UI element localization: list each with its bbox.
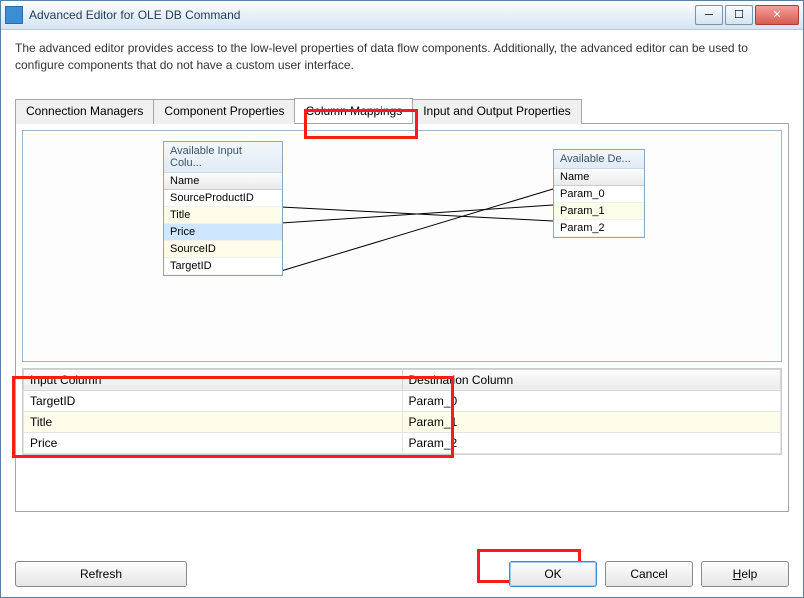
description-text: The advanced editor provides access to t… [15,40,789,74]
table-row: PriceParam_2 [24,432,781,453]
cell-input[interactable]: TargetID [24,390,403,411]
available-destination-columns-box[interactable]: Available De... Name Param_0 Param_1 Par… [553,149,645,238]
button-bar: Refresh OK Cancel HHelpelp [15,561,789,587]
tab-io-properties[interactable]: Input and Output Properties [412,99,581,124]
col-header-input[interactable]: Input Column [24,369,403,390]
ok-button[interactable]: OK [509,561,597,587]
dest-box-header: Name [554,169,644,186]
dest-col-param2[interactable]: Param_2 [554,220,644,237]
cell-dest[interactable]: Param_0 [402,390,781,411]
dest-col-param1[interactable]: Param_1 [554,203,644,220]
table-row: TitleParam_1 [24,411,781,432]
input-col-title[interactable]: Title [164,207,282,224]
dest-col-param0[interactable]: Param_0 [554,186,644,203]
input-col-sourceproductid[interactable]: SourceProductID [164,190,282,207]
close-button[interactable]: ✕ [755,5,799,25]
mapping-grid[interactable]: Input Column Destination Column TargetID… [23,369,781,454]
dest-box-title: Available De... [554,150,644,169]
app-icon [5,6,23,24]
help-button[interactable]: HHelpelp [701,561,789,587]
cell-dest[interactable]: Param_1 [402,411,781,432]
titlebar[interactable]: Advanced Editor for OLE DB Command ─ ☐ ✕ [1,1,803,30]
input-box-header: Name [164,173,282,190]
input-col-targetid[interactable]: TargetID [164,258,282,275]
available-input-columns-box[interactable]: Available Input Colu... Name SourceProdu… [163,141,283,276]
dialog-window: Advanced Editor for OLE DB Command ─ ☐ ✕… [0,0,804,598]
cell-input[interactable]: Title [24,411,403,432]
refresh-button[interactable]: Refresh [15,561,187,587]
maximize-button[interactable]: ☐ [725,5,753,25]
mapping-lines [23,131,781,361]
cell-input[interactable]: Price [24,432,403,453]
window-title: Advanced Editor for OLE DB Command [29,8,695,22]
tab-component-properties[interactable]: Component Properties [153,99,295,124]
minimize-button[interactable]: ─ [695,5,723,25]
col-header-destination[interactable]: Destination Column [402,369,781,390]
table-row: TargetIDParam_0 [24,390,781,411]
input-box-title: Available Input Colu... [164,142,282,173]
input-col-price[interactable]: Price [164,224,282,241]
tab-strip: Connection Managers Component Properties… [15,98,789,124]
tab-panel: Available Input Colu... Name SourceProdu… [15,124,789,512]
tab-column-mappings[interactable]: Column Mappings [294,98,413,123]
cell-dest[interactable]: Param_2 [402,432,781,453]
mapping-diagram[interactable]: Available Input Colu... Name SourceProdu… [22,130,782,362]
tab-connection-managers[interactable]: Connection Managers [15,99,154,124]
input-col-sourceid[interactable]: SourceID [164,241,282,258]
mapping-grid-container: Input Column Destination Column TargetID… [22,368,782,455]
cancel-button[interactable]: Cancel [605,561,693,587]
